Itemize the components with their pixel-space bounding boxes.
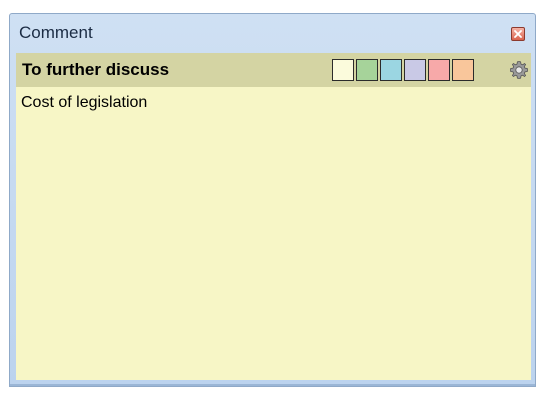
- comment-text: Cost of legislation: [21, 94, 148, 111]
- close-button[interactable]: [511, 27, 525, 41]
- title-bar: Comment: [10, 14, 535, 52]
- close-icon: [514, 30, 522, 38]
- color-swatches: [332, 59, 474, 81]
- color-swatch-cream[interactable]: [332, 59, 354, 81]
- color-swatch-lavender[interactable]: [404, 59, 426, 81]
- comment-heading: To further discuss: [22, 60, 170, 79]
- color-swatch-cyan[interactable]: [380, 59, 402, 81]
- comment-body[interactable]: Cost of legislation: [16, 87, 531, 380]
- comment-header: To further discuss: [16, 53, 531, 87]
- panel-title: Comment: [19, 23, 93, 42]
- color-swatch-pink[interactable]: [428, 59, 450, 81]
- color-swatch-orange[interactable]: [452, 59, 474, 81]
- gear-icon[interactable]: [509, 60, 529, 80]
- color-swatch-green[interactable]: [356, 59, 378, 81]
- comment-panel: Comment To further discuss Cost of legis…: [9, 13, 536, 387]
- panel-bottom-edge: [10, 384, 535, 386]
